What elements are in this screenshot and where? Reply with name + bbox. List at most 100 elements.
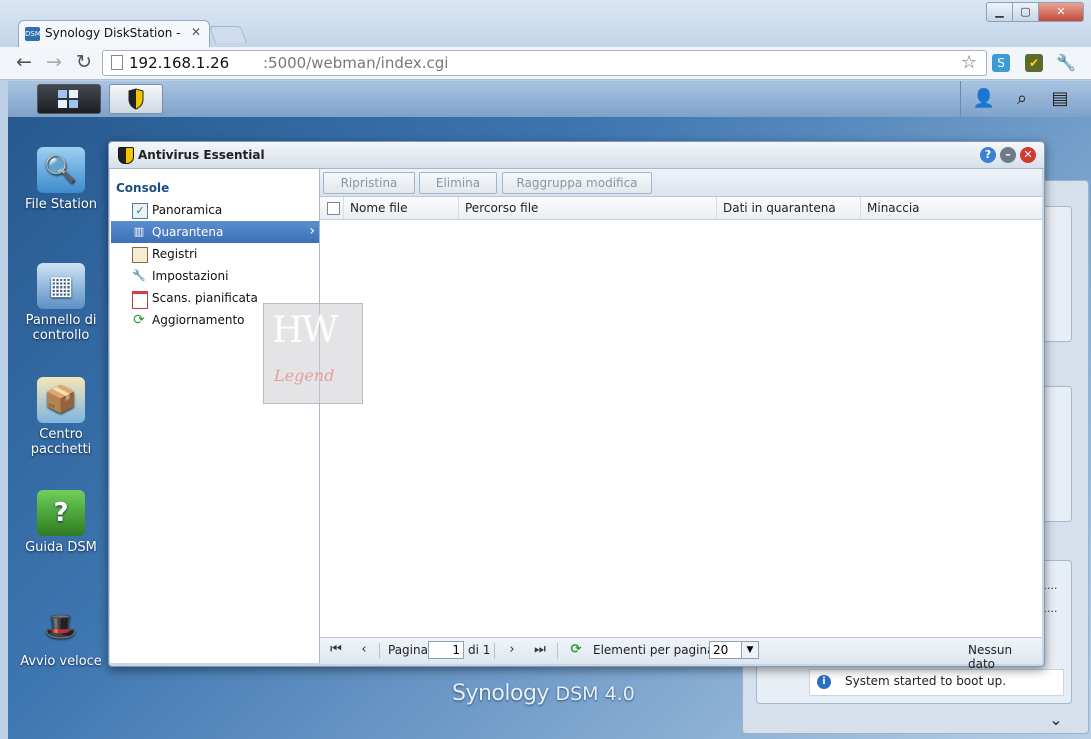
desktop-icon-control-panel[interactable]: ▦ Pannello di controllo xyxy=(9,263,113,343)
quarantine-panel: Ripristina Elimina Raggruppa modifica No… xyxy=(320,169,1042,671)
desktop-icon-label: Pannello di controllo xyxy=(25,313,97,343)
taskbar-separator xyxy=(960,81,961,117)
browser-tabstrip: DSM Synology DiskStation - DiskStation ✕… xyxy=(0,0,1091,49)
tab-title: Synology DiskStation - DiskStation xyxy=(45,26,185,40)
sidebar-item-label: Aggiornamento xyxy=(152,313,245,327)
sidebar-item-logs[interactable]: Registri xyxy=(111,243,319,265)
column-header-file-path[interactable]: Percorso file xyxy=(459,197,717,219)
pager-separator xyxy=(557,643,558,659)
sidebar-item-quarantine[interactable]: ▥ Quarantena › xyxy=(111,221,319,243)
quarantine-grid xyxy=(320,220,1042,637)
pager-separator xyxy=(379,643,380,659)
page-number-input[interactable]: 1 xyxy=(428,641,464,659)
reload-icon[interactable]: ↻ xyxy=(72,51,96,73)
log-entry: i System started to boot up. xyxy=(809,669,1064,696)
desktop-icon-quick-start[interactable]: 🎩 Avvio veloce xyxy=(9,604,113,669)
group-edit-button[interactable]: Raggruppa modifica xyxy=(502,172,652,194)
url-path: :5000/webman/index.cgi xyxy=(263,54,449,72)
desktop-icon-dsm-help[interactable]: ? Guida DSM xyxy=(9,490,113,555)
window-title: Antivirus Essential xyxy=(138,148,265,162)
shield-icon xyxy=(118,147,134,164)
antivirus-taskbar-button[interactable] xyxy=(109,84,163,114)
no-data-status: Nessun dato xyxy=(968,643,1013,671)
console-heading: Console xyxy=(116,181,170,195)
tab-close-icon[interactable]: ✕ xyxy=(191,25,201,39)
pagination-bar: ⏮ ‹ Pagina 1 di 1 › ⏭ ⟳ Elementi per pag… xyxy=(320,637,1042,671)
desktop-icon-label: Guida DSM xyxy=(25,540,97,555)
grid-menu-icon xyxy=(58,90,78,108)
page-icon xyxy=(111,55,123,70)
window-close-button[interactable]: ✕ xyxy=(1038,2,1084,22)
skype-extension-icon[interactable]: S xyxy=(992,54,1010,72)
sidebar-item-overview[interactable]: ✓ Panoramica xyxy=(111,199,319,221)
chevron-right-icon: › xyxy=(309,223,315,239)
bookmark-star-icon[interactable]: ☆ xyxy=(961,52,977,73)
extension-check-icon[interactable]: ✔ xyxy=(1025,54,1043,72)
quarantine-icon: ▥ xyxy=(133,225,145,238)
refresh-icon[interactable]: ⟳ xyxy=(567,641,585,659)
window-titlebar[interactable]: Antivirus Essential ? – ✕ xyxy=(109,142,1044,169)
desktop-icon-package-center[interactable]: 📦 Centro pacchetti xyxy=(9,377,113,457)
forward-arrow-icon[interactable]: → xyxy=(42,51,66,73)
dsm-favicon-icon: DSM xyxy=(25,27,41,41)
first-page-icon[interactable]: ⏮ xyxy=(327,641,345,659)
minimize-icon[interactable]: – xyxy=(1000,147,1016,163)
wrench-menu-icon[interactable]: 🔧 xyxy=(1056,54,1076,72)
help-icon[interactable]: ? xyxy=(980,147,996,163)
sidebar-item-label: Impostazioni xyxy=(152,269,229,283)
new-tab-button[interactable] xyxy=(208,26,248,43)
antivirus-window: Antivirus Essential ? – ✕ Console ✓ Pano… xyxy=(108,141,1045,671)
update-icon: ⟳ xyxy=(133,312,145,328)
user-icon[interactable]: 👤 xyxy=(968,85,1000,113)
chevron-down-icon: ▼ xyxy=(741,642,758,658)
column-header-quarantine-date[interactable]: Dati in quarantena xyxy=(717,197,861,219)
address-bar[interactable]: 192.168.1.26 :5000/webman/index.cgi ☆ xyxy=(102,50,987,76)
grid-header: Nome file Percorso file Dati in quarante… xyxy=(320,197,1042,220)
items-per-page-select[interactable]: 20 ▼ xyxy=(709,641,759,659)
chevron-down-icon[interactable]: ⌄ xyxy=(1032,710,1080,732)
browser-tab[interactable]: DSM Synology DiskStation - DiskStation ✕ xyxy=(18,20,210,47)
dsm-brand: Synology DSM 4.0 xyxy=(452,681,635,706)
brand-version: DSM 4.0 xyxy=(555,683,635,705)
settings-wrench-icon: 🔧 xyxy=(132,269,146,282)
sidebar-item-label: Quarantena xyxy=(152,225,224,239)
window-minimize-button[interactable]: ▁ xyxy=(986,2,1013,22)
desktop-icon-label: Avvio veloce xyxy=(20,654,102,669)
delete-button[interactable]: Elimina xyxy=(419,172,497,194)
url-host: 192.168.1.26 xyxy=(129,54,230,72)
dsm-taskbar: 👤 ⌕ ▤ xyxy=(8,81,1091,118)
last-page-icon[interactable]: ⏭ xyxy=(531,641,549,659)
previous-page-icon[interactable]: ‹ xyxy=(355,641,373,659)
sidebar-item-label: Panoramica xyxy=(152,203,223,217)
info-icon: i xyxy=(817,675,831,689)
items-per-page-label: Elementi per pagina xyxy=(593,643,715,657)
watermark-subtitle: Legend xyxy=(274,366,335,385)
magic-hat-icon: 🎩 xyxy=(44,612,78,642)
logs-icon xyxy=(132,247,148,263)
pager-separator xyxy=(494,643,495,659)
column-header-file-name[interactable]: Nome file xyxy=(344,197,459,219)
file-station-icon: 🔍 xyxy=(37,147,85,193)
search-icon[interactable]: ⌕ xyxy=(1006,85,1038,113)
restore-button[interactable]: Ripristina xyxy=(323,172,415,194)
calendar-icon xyxy=(132,291,148,309)
desktop-icon-label: File Station xyxy=(24,197,98,212)
close-icon[interactable]: ✕ xyxy=(1020,147,1036,163)
shield-icon xyxy=(128,88,144,110)
main-menu-button[interactable] xyxy=(37,84,101,114)
widgets-toggle-icon[interactable]: ▤ xyxy=(1044,85,1076,113)
window-maximize-button[interactable]: ▢ xyxy=(1012,2,1039,22)
page-label: Pagina xyxy=(388,643,428,657)
column-header-threat[interactable]: Minaccia xyxy=(861,197,1042,219)
next-page-icon[interactable]: › xyxy=(503,641,521,659)
sidebar-item-settings[interactable]: 🔧 Impostazioni xyxy=(111,265,319,287)
select-all-checkbox[interactable] xyxy=(327,202,340,215)
help-book-icon: ? xyxy=(37,490,85,536)
desktop-icon-label: Centro pacchetti xyxy=(30,427,92,457)
desktop-icon-file-station[interactable]: 🔍 File Station xyxy=(9,147,113,212)
overview-icon: ✓ xyxy=(132,203,148,219)
page-total-label: di 1 xyxy=(468,643,491,657)
back-arrow-icon[interactable]: ← xyxy=(12,51,36,73)
select-all-column xyxy=(320,197,344,219)
watermark-letters: HW xyxy=(272,310,338,351)
